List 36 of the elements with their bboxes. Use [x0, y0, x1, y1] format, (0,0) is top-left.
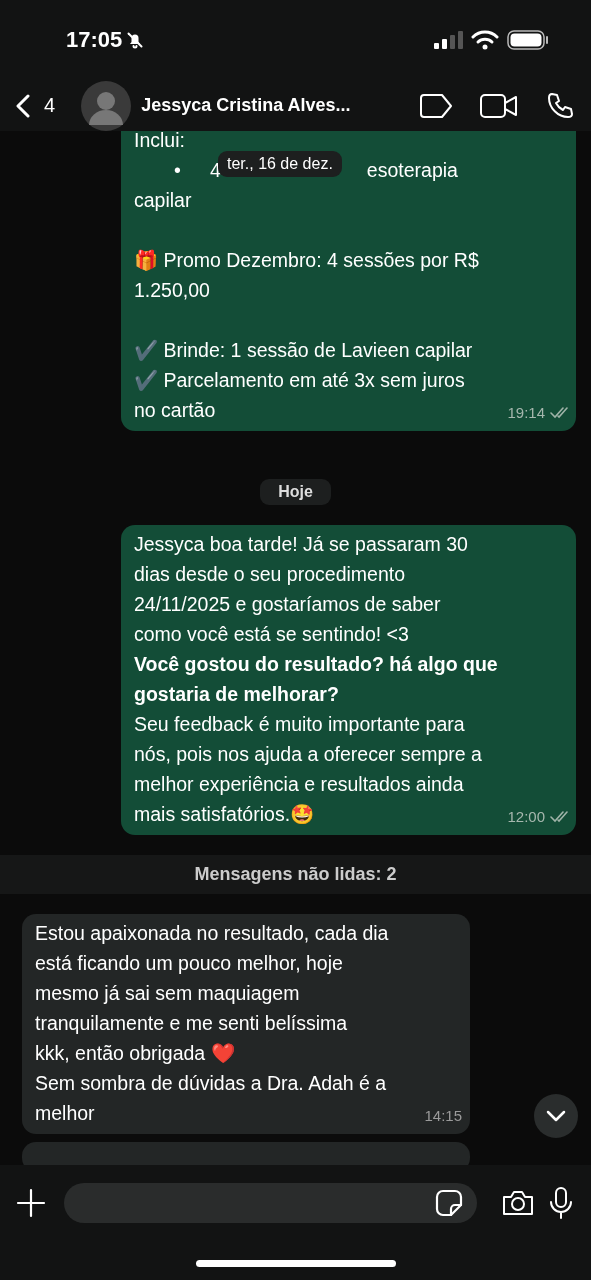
contact-name[interactable]: Jessyca Cristina Alves... [141, 95, 419, 116]
message-time: 14:15 [424, 1106, 462, 1124]
date-chip: Hoje [260, 479, 331, 505]
sticker-icon[interactable] [435, 1188, 463, 1217]
plus-icon [16, 1187, 46, 1218]
camera-button[interactable] [501, 1188, 535, 1217]
battery-icon [507, 30, 549, 50]
message-text: capilar [134, 188, 193, 213]
message-input-field[interactable] [64, 1182, 477, 1223]
phone-call-icon[interactable] [545, 90, 575, 121]
back-button[interactable]: 4 [16, 93, 56, 118]
wifi-icon [471, 30, 499, 50]
scroll-down-button[interactable] [534, 1094, 578, 1138]
message-text: Estou apaixonada no resultado, cada dia está ficando um pouco melhor, hoje mesmo já sai sem maquiagem tranquilamente e me senti belíssima kkk, então obrigada ❤ Sem sombra de dúvidas a Dra. Adah é a melhor [35, 921, 389, 1126]
message-time: 12:00 [507, 807, 545, 825]
message-text: Inclui: [134, 131, 186, 153]
tag-icon[interactable] [419, 92, 453, 119]
attach-button[interactable] [16, 1187, 46, 1218]
message-text: 4 [210, 158, 221, 183]
message-text: ✔ Brinde: 1 sessão de Lavieen capilar ✔ Parcelamento em até 3x sem juros no cartão [134, 338, 473, 423]
message-text: 🎁 Promo Dezembro: 4 sessões por R$ 1.250,00 [134, 248, 480, 303]
message-text: esoterapia [366, 158, 458, 183]
back-chevron-icon [16, 93, 30, 118]
unread-banner: Mensagens não lidas: 2 [0, 855, 591, 894]
camera-icon [501, 1188, 535, 1217]
microphone-button[interactable] [549, 1185, 573, 1220]
avatar[interactable] [81, 80, 132, 131]
message-time: 19:14 [507, 403, 545, 421]
message-text: Jessyca boa tarde! Já se passaram 30 dias desde o seu procedimento 24/11/2025 e gostaríamos de saber como você está se sentindo! <3 Você gostou do resultado? há algo que gostaria de melhorar? Seu feedback é muito importante para nós, pois nos ajuda a oferecer sempre a melhor experiência e resultados ainda mais satisfatórios.🤩 [134, 532, 498, 827]
bullet-mark: • [174, 158, 182, 183]
video-call-icon[interactable] [479, 92, 519, 119]
microphone-icon [549, 1185, 573, 1220]
chevron-down-icon [546, 1110, 566, 1122]
status-time: 17:05 [66, 27, 123, 53]
signal-icon [433, 31, 463, 49]
bell-slash-icon [126, 31, 145, 49]
